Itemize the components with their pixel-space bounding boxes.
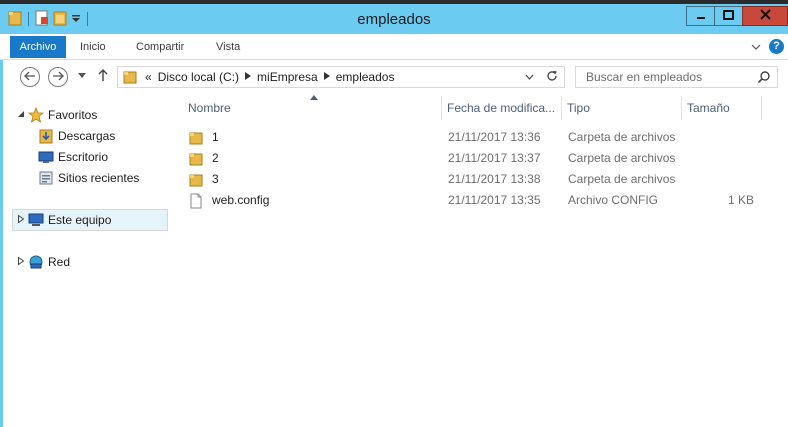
folder-icon — [188, 130, 204, 146]
nav-sitios-recientes[interactable]: Sitios recientes — [38, 168, 139, 188]
tab-archivo[interactable]: Archivo — [10, 36, 66, 58]
downloads-icon — [38, 128, 54, 144]
chevron-right-icon[interactable] — [245, 72, 252, 82]
forward-button[interactable] — [48, 67, 68, 87]
ribbon: Archivo Inicio Compartir Vista ? — [0, 34, 788, 60]
nav-item-label: Este equipo — [48, 213, 112, 227]
nav-escritorio[interactable]: Escritorio — [38, 147, 108, 167]
file-row[interactable]: 3 21/11/2017 13:38 Carpeta de archivos — [183, 169, 763, 190]
nav-item-label: Descargas — [58, 129, 116, 143]
ribbon-controls: ? — [751, 39, 784, 54]
column-tamano[interactable]: Tamaño — [682, 96, 762, 120]
nav-item-label: Sitios recientes — [58, 171, 140, 185]
computer-icon — [28, 212, 44, 228]
file-name-cell: 3 — [188, 169, 219, 190]
nav-favoritos[interactable]: Favoritos — [18, 105, 97, 125]
breadcrumb-empleados[interactable]: empleados — [336, 70, 395, 84]
file-name: 2 — [212, 151, 219, 165]
nav-este-equipo[interactable]: Este equipo — [18, 210, 111, 230]
file-date: 21/11/2017 13:35 — [448, 193, 541, 207]
minimize-button[interactable] — [686, 6, 715, 26]
file-name-cell: 1 — [188, 127, 219, 148]
refresh-icon[interactable] — [546, 70, 558, 85]
file-name: 1 — [212, 130, 219, 144]
chevron-right-icon[interactable] — [323, 72, 330, 82]
help-icon[interactable]: ? — [769, 39, 784, 54]
maximize-button[interactable] — [714, 6, 743, 26]
column-headers: Nombre Fecha de modifica... Tipo Tamaño — [183, 95, 763, 120]
file-row[interactable]: 1 21/11/2017 13:36 Carpeta de archivos — [183, 127, 763, 148]
up-arrow-icon[interactable] — [97, 68, 109, 84]
file-name-cell: 2 — [188, 148, 219, 169]
file-name: web.config — [212, 193, 270, 207]
nav-red[interactable]: Red — [18, 252, 70, 272]
maximize-icon — [723, 9, 734, 23]
collapsed-icon[interactable] — [18, 256, 28, 267]
file-size: 1 KB — [727, 193, 754, 207]
folder-icon — [123, 70, 137, 84]
window-left-border — [0, 60, 3, 427]
tab-compartir[interactable]: Compartir — [136, 37, 184, 57]
folder-icon — [188, 172, 204, 188]
nav-item-label: Favoritos — [48, 108, 98, 122]
desktop-icon — [38, 149, 54, 165]
navigation-bar: « Disco local (C:) miEmpresa empleados — [0, 60, 788, 93]
file-size — [681, 127, 754, 148]
tab-vista[interactable]: Vista — [216, 37, 240, 57]
folder-icon — [188, 151, 204, 167]
window-title: empleados — [357, 11, 431, 28]
file-icon — [188, 193, 204, 209]
network-icon — [28, 254, 44, 270]
back-arrow-icon — [24, 70, 36, 84]
collapsed-icon[interactable] — [18, 214, 28, 225]
breadcrumb-miempresa[interactable]: miEmpresa — [257, 70, 318, 84]
file-size — [681, 169, 754, 190]
file-date: 21/11/2017 13:36 — [448, 130, 541, 144]
file-name: 3 — [212, 172, 219, 186]
back-button[interactable] — [20, 67, 40, 87]
chevron-down-icon[interactable] — [525, 72, 534, 83]
caption-buttons — [686, 6, 788, 26]
tab-inicio[interactable]: Inicio — [80, 37, 106, 57]
search-icon[interactable] — [757, 70, 771, 87]
navigation-pane: Favoritos Descargas Escritorio Sitios re… — [12, 93, 168, 427]
file-row[interactable]: web.config 21/11/2017 13:35 Archivo CONF… — [183, 190, 763, 211]
close-button[interactable] — [742, 6, 788, 26]
file-date: 21/11/2017 13:38 — [448, 172, 541, 186]
column-fecha[interactable]: Fecha de modifica... — [442, 96, 562, 120]
breadcrumb-disco-local[interactable]: Disco local (C:) — [158, 70, 239, 84]
file-type: Carpeta de archivos — [568, 172, 676, 186]
expanded-icon[interactable] — [18, 110, 28, 120]
nav-item-label: Red — [48, 255, 71, 269]
address-bar[interactable]: « Disco local (C:) miEmpresa empleados — [117, 66, 565, 88]
expand-ribbon-icon[interactable] — [751, 40, 761, 54]
file-size — [681, 148, 754, 169]
nav-item-label: Escritorio — [58, 150, 109, 164]
column-tipo[interactable]: Tipo — [562, 96, 682, 120]
explorer-window: empleados Archivo Inicio Compartir Vista… — [0, 0, 788, 427]
forward-arrow-icon — [52, 70, 64, 84]
address-overflow[interactable]: « — [145, 70, 152, 84]
minimize-icon — [696, 9, 706, 23]
file-type: Archivo CONFIG — [568, 193, 659, 207]
file-date: 21/11/2017 13:37 — [448, 151, 541, 165]
star-icon — [28, 107, 44, 123]
search-input[interactable] — [576, 67, 746, 87]
search-box[interactable] — [575, 66, 778, 88]
recent-places-icon — [38, 170, 54, 186]
close-icon — [759, 9, 771, 23]
nav-descargas[interactable]: Descargas — [38, 126, 115, 146]
recent-locations-icon[interactable] — [78, 71, 86, 81]
file-type: Carpeta de archivos — [568, 151, 676, 165]
title-bar[interactable]: empleados — [0, 4, 788, 34]
file-type: Carpeta de archivos — [568, 130, 676, 144]
address-controls — [525, 70, 558, 85]
column-nombre[interactable]: Nombre — [183, 96, 442, 120]
file-name-cell: web.config — [188, 190, 269, 211]
file-row[interactable]: 2 21/11/2017 13:37 Carpeta de archivos — [183, 148, 763, 169]
